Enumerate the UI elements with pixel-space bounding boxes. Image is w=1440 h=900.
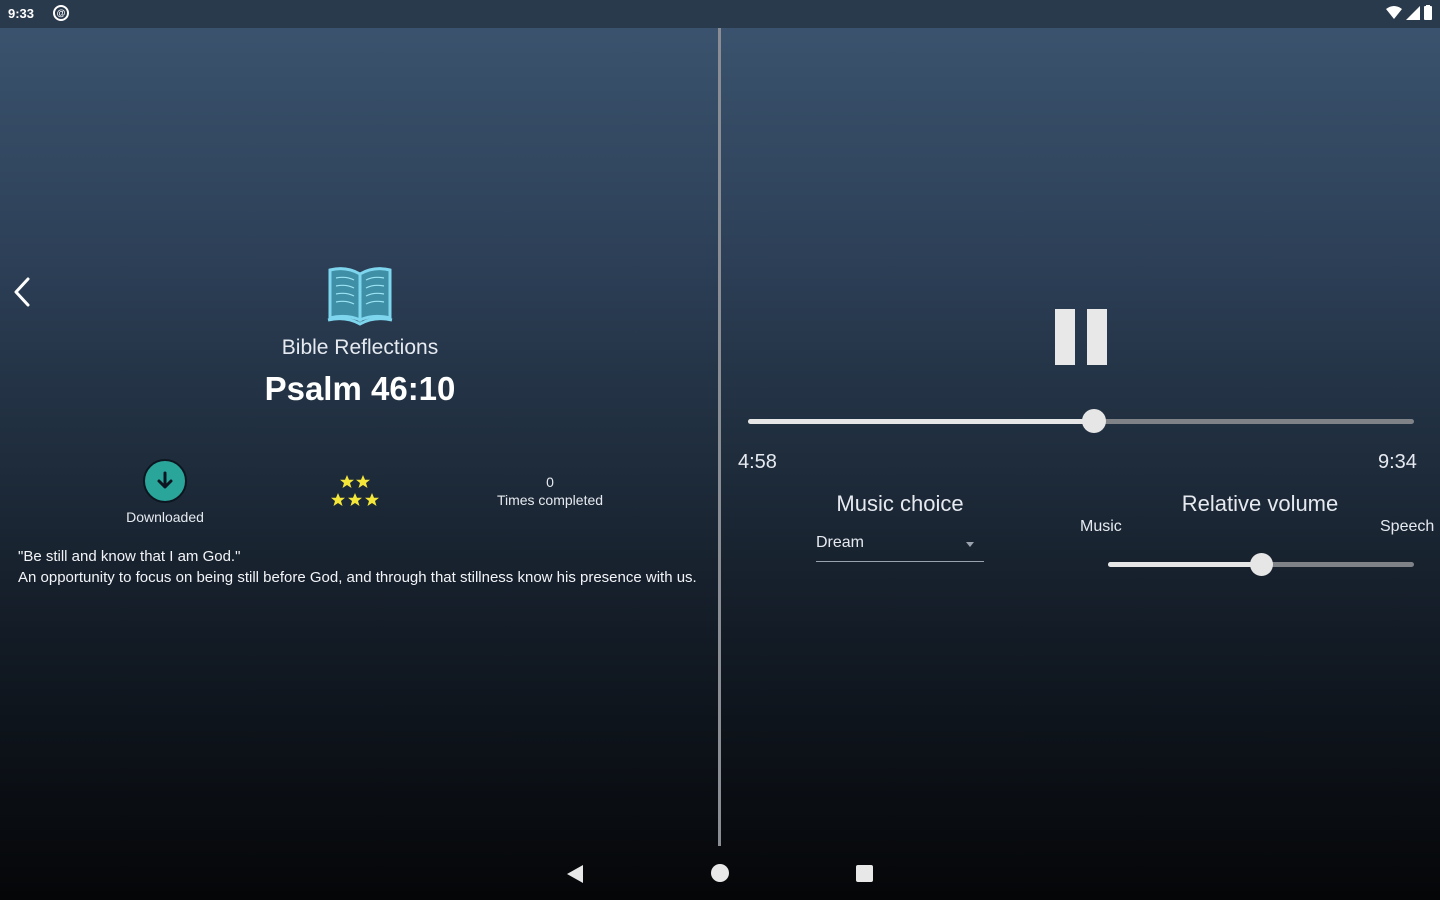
star-icon: [331, 493, 345, 506]
times-completed-label: Times completed: [496, 492, 604, 508]
open-book-icon: [327, 267, 393, 326]
dropdown-arrow-icon: [966, 542, 974, 547]
seek-bar-progress: [748, 419, 1095, 424]
star-icon: [340, 475, 354, 488]
description-line: An opportunity to focus on being still b…: [18, 569, 697, 586]
seek-bar-thumb[interactable]: [1082, 409, 1107, 433]
volume-music-label: Music: [1080, 518, 1122, 535]
cell-signal-icon: [1406, 5, 1420, 20]
notification-icon: @: [53, 5, 69, 21]
elapsed-time: 4:58: [738, 451, 777, 473]
downloaded-label: Downloaded: [126, 509, 204, 525]
status-bar: 9:33 @: [0, 0, 1440, 28]
back-button[interactable]: [6, 272, 38, 312]
times-completed-count: 0: [546, 474, 554, 490]
relative-volume-label: Relative volume: [1181, 491, 1339, 516]
star-rating: [331, 475, 379, 506]
relative-volume-thumb[interactable]: [1250, 553, 1273, 576]
quote-line: "Be still and know that I am God.": [18, 548, 241, 565]
status-icons: [1386, 5, 1432, 20]
total-time: 9:34: [1378, 451, 1417, 473]
pause-icon: [1087, 309, 1107, 365]
wifi-icon: [1386, 5, 1402, 19]
music-choice-dropdown[interactable]: Dream: [816, 532, 984, 562]
download-arrow-icon: [143, 459, 187, 503]
nav-back-button[interactable]: [566, 864, 584, 884]
nav-home-button[interactable]: [711, 864, 729, 882]
times-completed: 0 Times completed: [470, 473, 630, 509]
battery-icon: [1424, 5, 1432, 20]
pause-button[interactable]: [1048, 304, 1114, 370]
music-choice-label: Music choice: [836, 491, 964, 516]
pause-icon: [1055, 309, 1075, 365]
star-icon: [348, 493, 362, 506]
relative-volume-fill: [1108, 562, 1261, 567]
star-icon: [356, 475, 370, 488]
session-title: Psalm 46:10: [264, 370, 456, 407]
music-choice-value: Dream: [816, 534, 865, 551]
volume-speech-label: Speech: [1380, 518, 1435, 535]
relative-volume-slider[interactable]: [1108, 553, 1414, 576]
session-description: "Be still and know that I am God." An op…: [18, 546, 708, 588]
session-category: Bible Reflections: [281, 336, 439, 359]
star-icon: [365, 493, 379, 506]
status-time: 9:33: [8, 6, 35, 21]
downloaded-status[interactable]: Downloaded: [100, 459, 230, 525]
nav-recents-button[interactable]: [856, 865, 873, 882]
pane-divider: [718, 28, 721, 846]
seek-bar[interactable]: [748, 409, 1414, 433]
chevron-left-icon: [14, 277, 30, 307]
